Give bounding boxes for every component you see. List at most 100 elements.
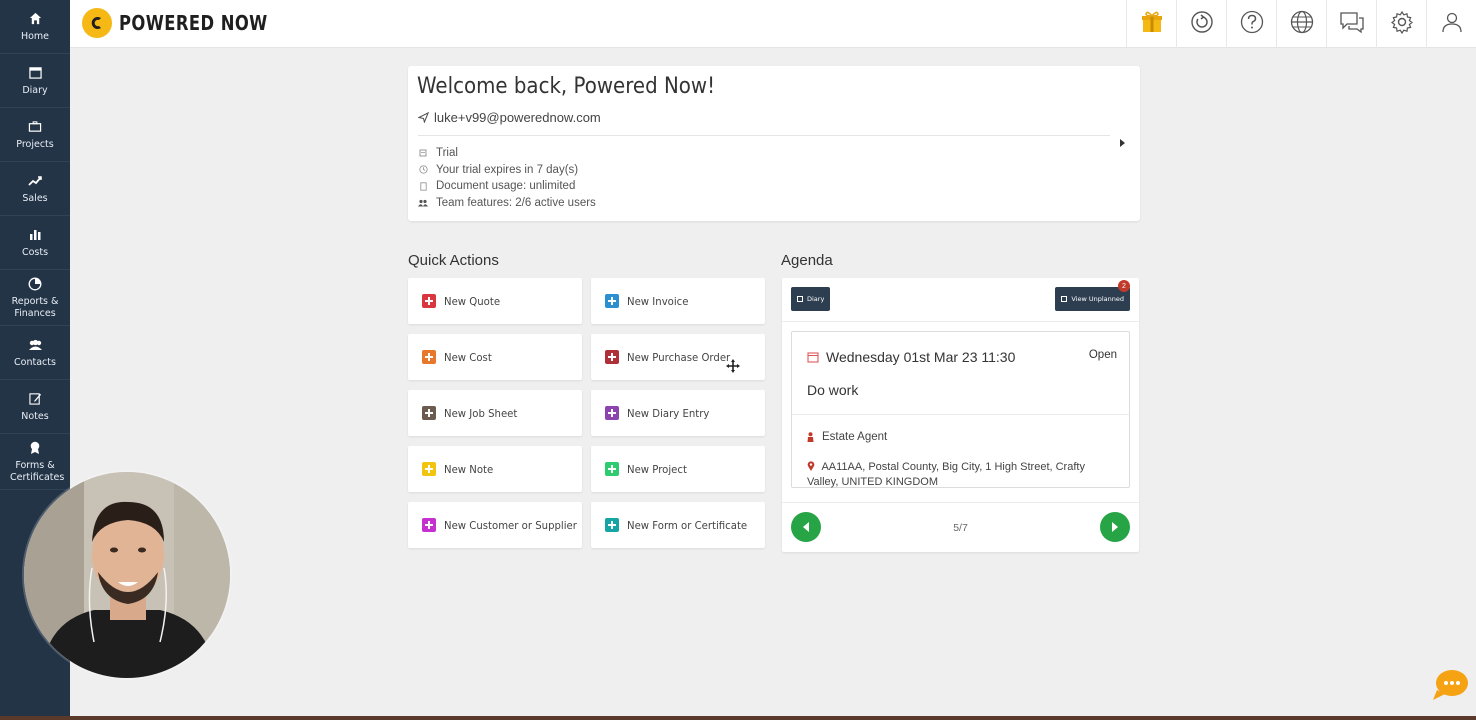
settings-button[interactable] — [1376, 0, 1426, 48]
sidebar-item-costs[interactable]: Costs — [0, 216, 70, 270]
top-icon-bar — [1126, 0, 1476, 48]
event-contact: Estate Agent — [807, 431, 887, 443]
new-cost-button[interactable]: New Cost — [408, 334, 582, 380]
info-text: Document usage: unlimited — [436, 180, 576, 193]
briefcase-icon — [27, 119, 43, 135]
help-button[interactable] — [1226, 0, 1276, 48]
divider — [792, 414, 1129, 415]
brand-name: POWERED NOW — [119, 11, 268, 35]
home-icon — [27, 11, 43, 27]
sidebar-item-label: Notes — [21, 410, 49, 422]
next-button[interactable] — [1100, 512, 1130, 542]
support-chat-button[interactable] — [1431, 668, 1469, 702]
email-text: luke+v99@powerednow.com — [434, 110, 601, 125]
info-row-trial: Your trial expires in 7 day(s) — [418, 162, 596, 179]
new-form-or-certificate-button[interactable]: New Form or Certificate — [591, 502, 765, 548]
plus-icon — [605, 462, 619, 476]
new-quote-button[interactable]: New Quote — [408, 278, 582, 324]
sidebar-item-label: Contacts — [14, 356, 56, 368]
action-label: New Quote — [444, 294, 501, 308]
brand-logo[interactable]: POWERED NOW — [82, 8, 300, 38]
sidebar-item-home[interactable]: Home — [0, 0, 70, 54]
calendar-icon — [1061, 296, 1068, 302]
info-text: Team features: 2/6 active users — [436, 196, 596, 209]
event-contact-text: Estate Agent — [822, 431, 888, 443]
calendar-icon — [807, 352, 819, 363]
event-date: Wednesday 01st Mar 23 11:30 — [807, 349, 1015, 365]
person-icon — [807, 432, 814, 442]
move-cursor-icon — [726, 359, 740, 373]
sidebar-item-sales[interactable]: Sales — [0, 162, 70, 216]
new-invoice-button[interactable]: New Invoice — [591, 278, 765, 324]
language-button[interactable] — [1276, 0, 1326, 48]
chevron-right-icon — [1112, 522, 1118, 532]
agenda-header: Diary View Unplanned 2 — [782, 278, 1139, 322]
action-label: New Customer or Supplier — [444, 518, 577, 532]
expand-arrow-icon[interactable] — [1120, 139, 1125, 147]
info-text: Your trial expires in 7 day(s) — [436, 163, 579, 176]
sidebar-item-label: Diary — [22, 84, 48, 96]
clock-icon — [418, 165, 428, 175]
tag-icon — [418, 148, 428, 158]
action-label: New Diary Entry — [627, 406, 710, 420]
users-icon — [27, 337, 43, 353]
sidebar-item-notes[interactable]: Notes — [0, 380, 70, 434]
calendar-icon — [27, 65, 43, 81]
presenter-video-image — [24, 472, 230, 678]
view-unplanned-button[interactable]: View Unplanned — [1055, 287, 1130, 311]
sidebar-item-diary[interactable]: Diary — [0, 54, 70, 108]
sidebar-item-forms[interactable]: Forms & Certificates — [0, 434, 70, 490]
plus-icon — [422, 350, 436, 364]
diary-button[interactable]: Diary — [791, 287, 831, 311]
globe-icon — [1290, 10, 1314, 39]
action-label: New Job Sheet — [444, 406, 518, 420]
chat-icon — [1339, 10, 1365, 39]
plus-icon — [422, 406, 436, 420]
unplanned-count-badge: 2 — [1118, 280, 1130, 292]
divider — [418, 135, 1110, 136]
sidebar-item-reports[interactable]: Reports & Finances — [0, 270, 70, 326]
trending-up-icon — [27, 173, 43, 189]
new-note-button[interactable]: New Note — [408, 446, 582, 492]
bar-chart-icon — [27, 227, 43, 243]
pie-chart-icon — [27, 276, 43, 292]
account-button[interactable] — [1426, 0, 1476, 48]
info-row-plan: Trial — [418, 145, 596, 162]
top-bar: POWERED NOW — [70, 0, 1476, 48]
user-icon — [1441, 11, 1463, 38]
new-project-button[interactable]: New Project — [591, 446, 765, 492]
agenda-event-card[interactable]: Wednesday 01st Mar 23 11:30 Open Do work… — [791, 331, 1130, 488]
plus-icon — [422, 462, 436, 476]
gift-button[interactable] — [1126, 0, 1176, 48]
sidebar-item-label: Projects — [16, 138, 54, 150]
action-label: New Purchase Order — [627, 350, 731, 364]
refresh-button[interactable] — [1176, 0, 1226, 48]
new-customer-or-supplier-button[interactable]: New Customer or Supplier — [408, 502, 582, 548]
plus-icon — [605, 294, 619, 308]
agenda-pager: 5/7 — [782, 502, 1139, 552]
gift-icon — [1140, 10, 1164, 39]
chat-bubble-icon — [1433, 670, 1468, 700]
new-job-sheet-button[interactable]: New Job Sheet — [408, 390, 582, 436]
messages-button[interactable] — [1326, 0, 1376, 48]
team-icon — [418, 198, 428, 208]
help-icon — [1240, 10, 1264, 39]
sidebar-item-contacts[interactable]: Contacts — [0, 326, 70, 380]
new-diary-entry-button[interactable]: New Diary Entry — [591, 390, 765, 436]
send-icon — [418, 112, 429, 123]
plus-icon — [605, 406, 619, 420]
document-icon — [418, 181, 428, 191]
new-purchase-order-button[interactable]: New Purchase Order — [591, 334, 765, 380]
account-email: luke+v99@powerednow.com — [418, 110, 601, 125]
plus-icon — [422, 518, 436, 532]
award-icon — [27, 440, 43, 456]
action-label: New Cost — [444, 350, 492, 364]
subscription-info: Trial Your trial expires in 7 day(s) Doc… — [418, 145, 596, 211]
sidebar-item-projects[interactable]: Projects — [0, 108, 70, 162]
quick-actions-title: Quick Actions — [408, 252, 499, 269]
agenda-title: Agenda — [781, 252, 833, 269]
calendar-icon — [797, 296, 803, 302]
agenda-panel: Diary View Unplanned 2 Wednesday 01st Ma… — [782, 278, 1139, 552]
welcome-title: Welcome back, Powered Now! — [417, 74, 716, 99]
gear-icon — [1390, 10, 1414, 39]
